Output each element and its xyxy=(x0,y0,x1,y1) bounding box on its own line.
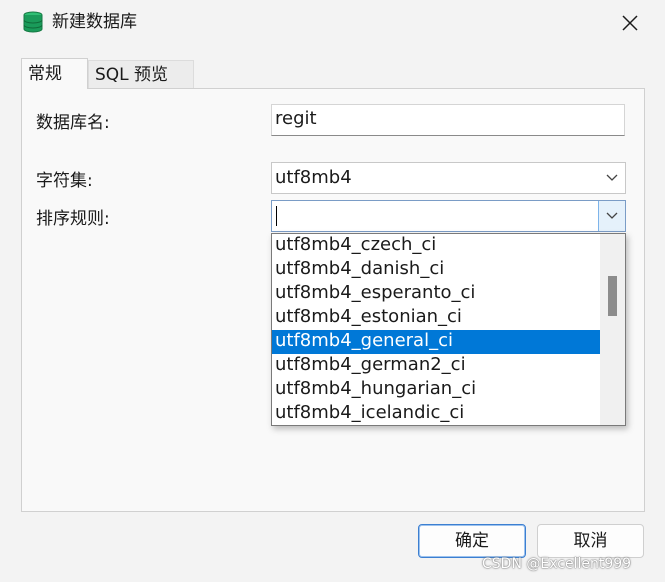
ok-button[interactable]: 确定 xyxy=(418,524,526,558)
text-caret xyxy=(276,206,277,226)
tab-sql-preview[interactable]: SQL 预览 xyxy=(88,60,194,88)
chevron-down-icon[interactable] xyxy=(599,163,625,193)
collation-dropdown-list[interactable]: utf8mb4_czech_ci utf8mb4_danish_ci utf8m… xyxy=(271,233,626,426)
title-bar: 新建数据库 xyxy=(0,0,665,46)
list-item[interactable]: utf8mb4_danish_ci xyxy=(272,258,600,282)
charset-select[interactable]: utf8mb4 xyxy=(271,162,626,194)
list-item[interactable]: utf8mb4_hungarian_ci xyxy=(272,378,600,402)
dropdown-scrollbar[interactable] xyxy=(600,234,625,425)
close-button[interactable] xyxy=(612,6,648,40)
list-item[interactable]: utf8mb4_icelandic_ci xyxy=(272,402,600,425)
list-item[interactable]: utf8mb4_german2_ci xyxy=(272,354,600,378)
watermark: CSDN @Excellent999 xyxy=(482,556,632,572)
charset-value: utf8mb4 xyxy=(275,167,352,188)
close-icon[interactable] xyxy=(622,15,638,31)
db-name-input[interactable]: regit xyxy=(271,104,625,136)
scrollbar-thumb[interactable] xyxy=(608,276,617,316)
list-item-selected[interactable]: utf8mb4_general_ci xyxy=(272,330,600,354)
cancel-button[interactable]: 取消 xyxy=(537,524,644,558)
collation-select[interactable] xyxy=(271,200,626,232)
window-title: 新建数据库 xyxy=(52,12,137,32)
list-item[interactable]: utf8mb4_czech_ci xyxy=(272,234,600,258)
database-icon xyxy=(23,11,43,33)
chevron-down-icon[interactable] xyxy=(598,201,625,231)
db-name-label: 数据库名: xyxy=(36,113,110,133)
charset-label: 字符集: xyxy=(36,171,93,191)
collation-label: 排序规则: xyxy=(36,209,110,229)
tab-general[interactable]: 常规 xyxy=(21,58,88,89)
list-item[interactable]: utf8mb4_esperanto_ci xyxy=(272,282,600,306)
list-item[interactable]: utf8mb4_estonian_ci xyxy=(272,306,600,330)
